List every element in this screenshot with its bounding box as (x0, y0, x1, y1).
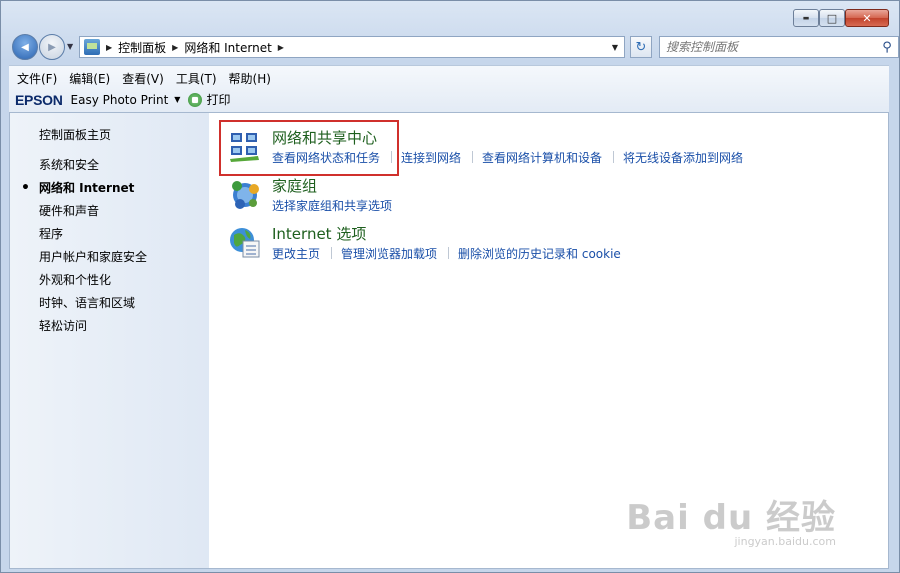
breadcrumb-network-internet[interactable]: 网络和 Internet (184, 39, 271, 56)
menu-view[interactable]: 查看(V) (122, 70, 164, 87)
main-panel: 网络和共享中心 查看网络状态和任务 连接到网络 查看网络计算机和设备 将无线设备… (210, 113, 888, 568)
menu-file[interactable]: 文件(F) (17, 70, 57, 87)
watermark-logo: Bai du 经验 (626, 498, 836, 538)
search-box[interactable]: ⚲ (659, 36, 899, 58)
search-input[interactable] (660, 39, 876, 55)
menu-edit[interactable]: 编辑(E) (69, 70, 110, 87)
address-dropdown-icon[interactable]: ▼ (612, 43, 618, 52)
homegroup-icon (232, 181, 259, 209)
link-separator (391, 151, 393, 163)
sidebar-item-programs[interactable]: 程序 (39, 227, 147, 250)
toolbar: EPSON Easy Photo Print ▼ 打印 (9, 87, 889, 108)
sidebar-item-hardware-sound[interactable]: 硬件和声音 (39, 204, 147, 227)
link-separator (331, 247, 333, 259)
control-panel-icon (84, 39, 100, 55)
link-separator (448, 247, 450, 259)
link-separator (472, 151, 474, 163)
sidebar: 控制面板主页 系统和安全 网络和 Internet 硬件和声音 程序 用户帐户和… (10, 113, 209, 568)
content-area: 控制面板主页 系统和安全 网络和 Internet 硬件和声音 程序 用户帐户和… (9, 112, 889, 569)
chevron-down-icon[interactable]: ▼ (174, 95, 180, 104)
breadcrumb-control-panel[interactable]: 控制面板 (118, 39, 166, 56)
back-button[interactable]: ◀ (12, 34, 38, 60)
close-button[interactable]: ✕ (845, 9, 889, 27)
link-view-network-computers[interactable]: 查看网络计算机和设备 (482, 149, 602, 166)
category-links: 查看网络状态和任务 连接到网络 查看网络计算机和设备 将无线设备添加到网络 (272, 149, 743, 166)
search-icon[interactable]: ⚲ (876, 40, 898, 55)
sidebar-item-appearance[interactable]: 外观和个性化 (39, 273, 147, 296)
menu-bar: 文件(F) 编辑(E) 查看(V) 工具(T) 帮助(H) (9, 66, 889, 87)
link-manage-addons[interactable]: 管理浏览器加载项 (341, 245, 437, 262)
refresh-icon: ↻ (635, 39, 647, 55)
sidebar-item-network-internet[interactable]: 网络和 Internet (21, 181, 147, 204)
network-sharing-icon (230, 133, 259, 162)
chevron-right-icon[interactable]: ▶ (172, 43, 178, 52)
sidebar-list: 系统和安全 网络和 Internet 硬件和声音 程序 用户帐户和家庭安全 外观… (21, 158, 147, 342)
easy-photo-print-button[interactable]: Easy Photo Print (71, 93, 169, 107)
maximize-button[interactable]: □ (819, 9, 845, 27)
link-connect-network[interactable]: 连接到网络 (401, 149, 461, 166)
category-links: 更改主页 管理浏览器加载项 删除浏览的历史记录和 cookie (272, 245, 621, 262)
control-panel-window: ▬ □ ✕ ◀ ▶ ▼ ▶ 控制面板 ▶ 网络和 Internet ▶ ▼ ↻ … (0, 0, 900, 573)
link-change-homepage[interactable]: 更改主页 (272, 245, 320, 262)
forward-button[interactable]: ▶ (39, 34, 65, 60)
link-view-network-status[interactable]: 查看网络状态和任务 (272, 149, 380, 166)
category-title-internet-options[interactable]: Internet 选项 (272, 223, 366, 244)
link-delete-history[interactable]: 删除浏览的历史记录和 cookie (458, 245, 621, 262)
sidebar-home-link[interactable]: 控制面板主页 (39, 126, 111, 143)
print-icon[interactable] (188, 92, 203, 107)
menu-tools[interactable]: 工具(T) (176, 70, 217, 87)
link-separator (613, 151, 615, 163)
internet-options-icon (230, 228, 260, 258)
link-add-wireless-device[interactable]: 将无线设备添加到网络 (623, 149, 743, 166)
history-dropdown-icon[interactable]: ▼ (67, 42, 73, 51)
minimize-button[interactable]: ▬ (793, 9, 819, 27)
caption-buttons: ▬ □ ✕ (793, 9, 889, 27)
category-title-homegroup[interactable]: 家庭组 (272, 175, 317, 196)
menu-and-toolbar: 文件(F) 编辑(E) 查看(V) 工具(T) 帮助(H) EPSON Easy… (9, 65, 889, 112)
category-title-network-sharing[interactable]: 网络和共享中心 (272, 127, 377, 148)
navigation-bar: ◀ ▶ ▼ ▶ 控制面板 ▶ 网络和 Internet ▶ ▼ ↻ ⚲ (9, 33, 899, 61)
sidebar-item-ease-of-access[interactable]: 轻松访问 (39, 319, 147, 342)
link-homegroup-options[interactable]: 选择家庭组和共享选项 (272, 197, 392, 214)
epson-logo: EPSON (15, 91, 63, 108)
baidu-watermark: Bai du 经验 jingyan.baidu.com (626, 490, 836, 548)
sidebar-item-clock-language[interactable]: 时钟、语言和区域 (39, 296, 147, 319)
chevron-right-icon[interactable]: ▶ (106, 43, 112, 52)
chevron-right-icon[interactable]: ▶ (278, 43, 284, 52)
category-links: 选择家庭组和共享选项 (272, 197, 392, 214)
address-bar[interactable]: ▶ 控制面板 ▶ 网络和 Internet ▶ ▼ (79, 36, 625, 58)
menu-help[interactable]: 帮助(H) (229, 70, 271, 87)
sidebar-item-user-accounts[interactable]: 用户帐户和家庭安全 (39, 250, 147, 273)
print-button[interactable]: 打印 (206, 91, 230, 108)
sidebar-item-system-security[interactable]: 系统和安全 (39, 158, 147, 181)
refresh-button[interactable]: ↻ (630, 36, 652, 58)
